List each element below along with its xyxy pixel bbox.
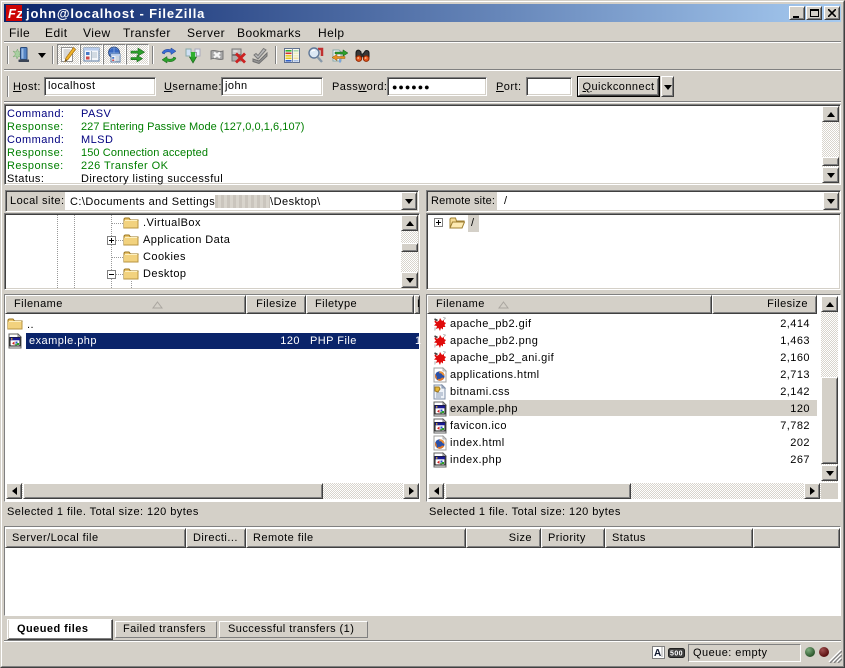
svg-text:A: A bbox=[654, 648, 662, 659]
svg-text:500: 500 bbox=[670, 651, 683, 658]
svg-text:Fz: Fz bbox=[8, 6, 22, 21]
